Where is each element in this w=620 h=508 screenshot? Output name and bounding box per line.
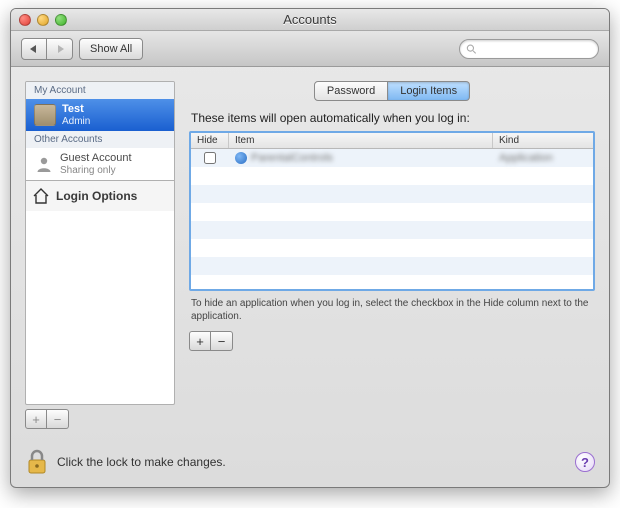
item-kind: Application [493,152,593,164]
login-items-add-remove: + − [189,331,595,351]
show-all-button[interactable]: Show All [79,38,143,60]
main-panel: Password Login Items These items will op… [189,81,595,429]
search-field[interactable] [459,39,599,59]
hide-checkbox[interactable] [204,152,216,164]
window-title: Accounts [11,12,609,27]
login-options-button[interactable]: Login Options [26,180,174,211]
sidebar-add-remove: + − [25,409,175,429]
account-role: Sharing only [60,165,132,177]
forward-button[interactable] [47,38,73,60]
table-header: Hide Item Kind [191,133,593,149]
content-area: My Account Test Admin Other Accounts Gue… [11,67,609,443]
nav-segment [21,38,73,60]
column-item[interactable]: Item [229,133,493,148]
column-hide[interactable]: Hide [191,133,229,148]
accounts-list: My Account Test Admin Other Accounts Gue… [25,81,175,405]
app-icon [235,152,247,164]
table-row[interactable]: ParentalControls Application [191,149,593,167]
house-icon [32,187,50,205]
lock-icon[interactable] [25,449,49,475]
tab-login-items[interactable]: Login Items [388,81,470,101]
avatar [34,104,56,126]
tabs: Password Login Items [189,81,595,101]
other-accounts-header: Other Accounts [26,131,174,148]
accounts-window: Accounts Show All My Account Test [10,8,610,488]
account-name: Test [62,103,90,116]
remove-login-item-button[interactable]: − [211,331,233,351]
triangle-left-icon [30,45,38,53]
item-name: ParentalControls [251,152,333,164]
lock-text: Click the lock to make changes. [57,455,226,469]
add-account-button[interactable]: + [25,409,47,429]
login-options-label: Login Options [56,189,137,203]
account-item-guest[interactable]: Guest Account Sharing only [26,148,174,180]
search-icon [466,43,477,55]
footer: Click the lock to make changes. ? [11,443,609,487]
my-account-header: My Account [26,82,174,99]
remove-account-button[interactable]: − [47,409,69,429]
account-item-test[interactable]: Test Admin [26,99,174,131]
search-input[interactable] [481,42,592,56]
toolbar: Show All [11,31,609,67]
add-login-item-button[interactable]: + [189,331,211,351]
person-icon [34,154,54,174]
back-button[interactable] [21,38,47,60]
account-role: Admin [62,116,90,128]
tab-password[interactable]: Password [314,81,388,101]
column-kind[interactable]: Kind [493,133,593,148]
titlebar: Accounts [11,9,609,31]
login-items-table: Hide Item Kind ParentalControls Applicat… [189,131,595,291]
triangle-right-icon [56,45,64,53]
help-button[interactable]: ? [575,452,595,472]
table-body: ParentalControls Application [191,149,593,289]
account-name: Guest Account [60,152,132,165]
hide-hint: To hide an application when you log in, … [191,297,593,323]
login-items-instruction: These items will open automatically when… [191,111,593,125]
sidebar: My Account Test Admin Other Accounts Gue… [25,81,175,429]
